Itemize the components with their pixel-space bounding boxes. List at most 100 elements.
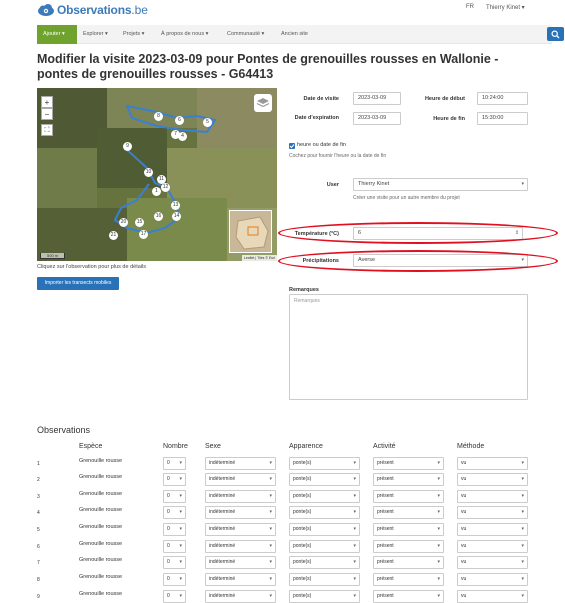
end-checkbox[interactable] bbox=[289, 143, 295, 149]
marker[interactable]: 1 bbox=[152, 187, 161, 196]
fullscreen-button[interactable]: ⛶ bbox=[41, 124, 53, 136]
marker[interactable]: 12 bbox=[161, 183, 170, 192]
count-input[interactable]: 0 ▾ bbox=[163, 573, 186, 586]
minimap[interactable] bbox=[229, 210, 272, 253]
end-checkbox-label[interactable]: heure ou date de fin bbox=[297, 142, 346, 148]
count-input[interactable]: 0 ▾ bbox=[163, 556, 186, 569]
marker[interactable]: 15 bbox=[135, 218, 144, 227]
appearance-select[interactable]: ponte(s) ▾ bbox=[289, 556, 360, 569]
method-select[interactable]: vu ▾ bbox=[457, 506, 528, 519]
method-select[interactable]: vu ▾ bbox=[457, 523, 528, 536]
user-menu[interactable]: Thierry Kinet ▾ bbox=[486, 4, 525, 11]
count-input[interactable]: 0 ▾ bbox=[163, 523, 186, 536]
cell-value: présent bbox=[377, 476, 394, 482]
appearance-select[interactable]: ponte(s) ▾ bbox=[289, 490, 360, 503]
method-select[interactable]: vu ▾ bbox=[457, 540, 528, 553]
zoom-out-button[interactable]: − bbox=[41, 108, 53, 120]
activity-select[interactable]: présent ▾ bbox=[373, 556, 444, 569]
appearance-select[interactable]: ponte(s) ▾ bbox=[289, 540, 360, 553]
expiration-input[interactable]: 2023-03-09 bbox=[353, 112, 401, 125]
row-number: 3 bbox=[37, 494, 40, 500]
cell-value: présent bbox=[377, 559, 394, 565]
import-transects-button[interactable]: Importer les transects mobiles bbox=[37, 277, 119, 290]
sex-select[interactable]: indéterminé ▾ bbox=[205, 473, 276, 486]
activity-select[interactable]: présent ▾ bbox=[373, 540, 444, 553]
marker[interactable]: 16 bbox=[154, 212, 163, 221]
count-input[interactable]: 0 ▾ bbox=[163, 457, 186, 470]
nav-about[interactable]: À propos de nous ▾ bbox=[155, 25, 214, 44]
cell-value: vu bbox=[461, 543, 467, 549]
highlight-ellipse-temperature bbox=[278, 222, 558, 244]
sex-select[interactable]: indéterminé ▾ bbox=[205, 490, 276, 503]
method-select[interactable]: vu ▾ bbox=[457, 490, 528, 503]
nav-old-site[interactable]: Ancien site bbox=[275, 25, 314, 44]
activity-select[interactable]: présent ▾ bbox=[373, 506, 444, 519]
sex-select[interactable]: indéterminé ▾ bbox=[205, 523, 276, 536]
cell-value: vu bbox=[461, 559, 467, 565]
marker[interactable]: 17 bbox=[139, 230, 148, 239]
chevron-down-icon: ▾ bbox=[269, 476, 272, 482]
appearance-select[interactable]: ponte(s) ▾ bbox=[289, 506, 360, 519]
sex-select[interactable]: indéterminé ▾ bbox=[205, 540, 276, 553]
nav-projects[interactable]: Projets ▾ bbox=[117, 25, 150, 44]
count-input[interactable]: 0 ▾ bbox=[163, 490, 186, 503]
marker[interactable]: 13 bbox=[171, 201, 180, 210]
check-icon bbox=[289, 144, 295, 149]
start-time-input[interactable]: 10:24:00 bbox=[477, 92, 528, 105]
user-select[interactable]: Thierry Kinet ▾ bbox=[353, 178, 528, 191]
marker[interactable]: 20 bbox=[119, 218, 128, 227]
activity-select[interactable]: présent ▾ bbox=[373, 490, 444, 503]
method-select[interactable]: vu ▾ bbox=[457, 473, 528, 486]
count-input[interactable]: 0 ▾ bbox=[163, 506, 186, 519]
sex-select[interactable]: indéterminé ▾ bbox=[205, 506, 276, 519]
count-input[interactable]: 0 ▾ bbox=[163, 473, 186, 486]
end-time-label: Heure de fin bbox=[433, 116, 465, 122]
marker[interactable]: 4 bbox=[178, 132, 187, 141]
method-select[interactable]: vu ▾ bbox=[457, 573, 528, 586]
visit-map[interactable]: 8 5 6 7 4 9 10 11 12 1 13 14 15 16 20 17… bbox=[37, 88, 277, 261]
remarks-textarea[interactable]: Remarques bbox=[289, 294, 528, 400]
method-select[interactable]: vu ▾ bbox=[457, 556, 528, 569]
marker[interactable]: 21 bbox=[109, 231, 118, 240]
marker[interactable]: 8 bbox=[154, 112, 163, 121]
sex-select[interactable]: indéterminé ▾ bbox=[205, 556, 276, 569]
cell-value: indéterminé bbox=[209, 460, 236, 466]
map-attribution[interactable]: Leaflet | Tiles © Esri bbox=[241, 255, 277, 261]
language-selector[interactable]: FR bbox=[466, 4, 474, 10]
end-time-input[interactable]: 15:30:00 bbox=[477, 112, 528, 125]
count-input[interactable]: 0 ▾ bbox=[163, 540, 186, 553]
activity-select[interactable]: présent ▾ bbox=[373, 573, 444, 586]
cell-value: présent bbox=[377, 593, 394, 599]
start-time-label: Heure de début bbox=[424, 96, 465, 102]
date-input[interactable]: 2023-03-09 bbox=[353, 92, 401, 105]
site-logo[interactable]: Observations .be bbox=[37, 3, 148, 17]
nav-community[interactable]: Communauté ▾ bbox=[221, 25, 270, 44]
nav-add[interactable]: Ajouter ▾ bbox=[37, 25, 77, 44]
activity-select[interactable]: présent ▾ bbox=[373, 473, 444, 486]
layers-button[interactable] bbox=[254, 94, 272, 112]
appearance-select[interactable]: ponte(s) ▾ bbox=[289, 523, 360, 536]
appearance-select[interactable]: ponte(s) ▾ bbox=[289, 473, 360, 486]
marker[interactable]: 10 bbox=[144, 168, 153, 177]
chevron-down-icon: ▾ bbox=[353, 576, 356, 582]
activity-select[interactable]: présent ▾ bbox=[373, 457, 444, 470]
marker[interactable]: 6 bbox=[175, 116, 184, 125]
marker[interactable]: 14 bbox=[172, 212, 181, 221]
cell-value: 0 bbox=[167, 460, 170, 466]
marker[interactable]: 9 bbox=[123, 142, 132, 151]
sex-select[interactable]: indéterminé ▾ bbox=[205, 573, 276, 586]
chevron-down-icon: ▾ bbox=[353, 476, 356, 482]
activity-select[interactable]: présent ▾ bbox=[373, 523, 444, 536]
cell-value: présent bbox=[377, 493, 394, 499]
appearance-select[interactable]: ponte(s) ▾ bbox=[289, 573, 360, 586]
chevron-down-icon: ▾ bbox=[521, 559, 524, 565]
row-species: Grenouille rousse bbox=[79, 591, 123, 597]
appearance-select[interactable]: ponte(s) ▾ bbox=[289, 457, 360, 470]
search-button[interactable] bbox=[547, 27, 564, 41]
nav-explore[interactable]: Explorer ▾ bbox=[77, 25, 114, 44]
method-select[interactable]: vu ▾ bbox=[457, 457, 528, 470]
marker[interactable]: 5 bbox=[203, 118, 212, 127]
cell-value: 0 bbox=[167, 509, 170, 515]
zoom-in-button[interactable]: + bbox=[41, 96, 53, 108]
sex-select[interactable]: indéterminé ▾ bbox=[205, 457, 276, 470]
